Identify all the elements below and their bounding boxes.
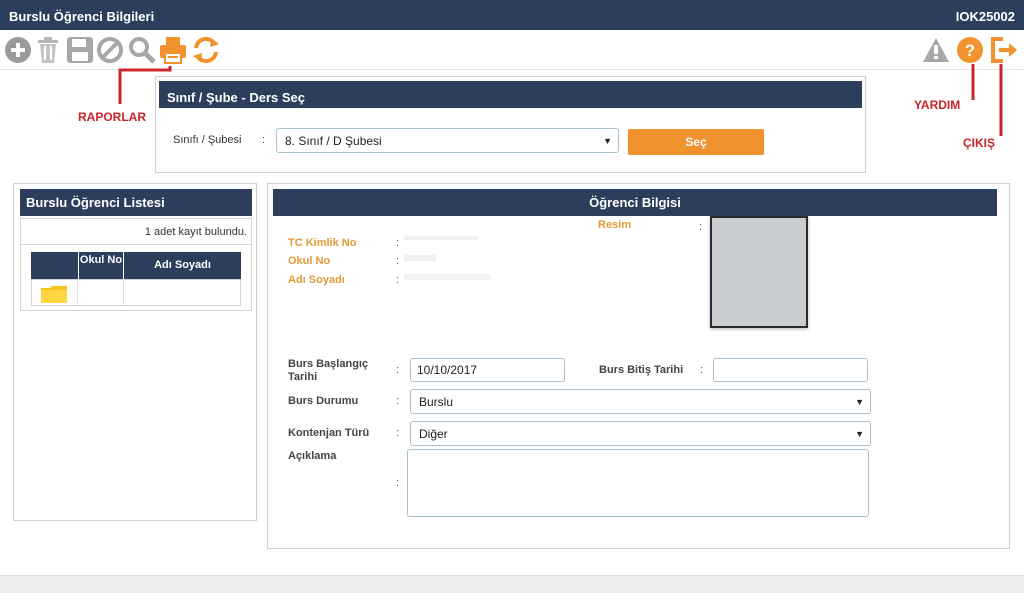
print-icon[interactable] (159, 36, 187, 64)
divider (21, 244, 251, 245)
delete-icon[interactable] (34, 36, 62, 64)
student-photo (710, 216, 808, 328)
warning-icon[interactable] (922, 36, 950, 64)
yardim-annotation: YARDIM (914, 98, 961, 112)
okul-no-label: Okul No (288, 255, 331, 267)
column-header-ad-soyadi: Adı Soyadı (124, 252, 241, 279)
class-colon: : (262, 134, 266, 146)
cell-divider (123, 280, 124, 305)
class-select-value: 8. Sınıf / D Şubesi (285, 134, 382, 148)
start-date-colon: : (396, 364, 400, 376)
raporlar-annotation: RAPORLAR (78, 110, 146, 124)
select-button[interactable]: Seç (628, 129, 764, 155)
student-list-header: Burslu Öğrenci Listesi (20, 189, 252, 216)
class-select-panel: Sınıf / Şube - Ders Seç Sınıfı / Şubesi … (155, 76, 866, 173)
student-list-box: 1 adet kayıt bulundu. Okul No Adı Soyadı (20, 218, 252, 311)
tc-colon: : (396, 237, 400, 249)
status-label: Burs Durumu (288, 395, 359, 407)
student-info-panel: Öğrenci Bilgisi TC Kimlik No : Okul No :… (267, 183, 1010, 549)
tc-value-redacted (404, 236, 478, 240)
folder-icon[interactable] (40, 284, 68, 304)
status-select[interactable]: Burslu ▼ (410, 389, 871, 414)
quota-select[interactable]: Diğer ▼ (410, 421, 871, 446)
refresh-icon[interactable] (192, 36, 220, 64)
end-date-colon: : (700, 364, 704, 376)
chevron-down-icon: ▼ (855, 397, 864, 407)
status-select-value: Burslu (419, 395, 454, 409)
record-count: 1 adet kayıt bulundu. (144, 226, 247, 238)
exit-icon[interactable] (990, 36, 1018, 64)
cell-divider (77, 280, 78, 305)
photo-colon: : (699, 221, 703, 233)
tc-label: TC Kimlik No (288, 237, 357, 249)
column-header-okul-no: Okul No (79, 252, 123, 279)
note-textarea[interactable] (407, 449, 869, 517)
add-icon[interactable] (4, 36, 32, 64)
ad-soyadi-colon: : (396, 274, 400, 286)
ad-soyadi-label: Adı Soyadı (288, 274, 345, 286)
quota-label: Kontenjan Türü (288, 427, 370, 439)
help-icon[interactable]: ? (956, 36, 984, 64)
status-colon: : (396, 395, 400, 407)
class-select[interactable]: 8. Sınıf / D Şubesi ▼ (276, 128, 619, 153)
cikis-annotation: ÇIKIŞ (963, 136, 996, 150)
column-header-icon (31, 252, 78, 279)
chevron-down-icon: ▼ (603, 136, 612, 146)
start-date-input[interactable]: 10/10/2017 (410, 358, 565, 382)
class-select-header: Sınıf / Şube - Ders Seç (159, 81, 862, 108)
okul-no-value-redacted (404, 255, 436, 261)
student-list-panel: Burslu Öğrenci Listesi 1 adet kayıt bulu… (13, 183, 257, 521)
window-title: Burslu Öğrenci Bilgileri (9, 9, 155, 24)
title-bar: Burslu Öğrenci Bilgileri IOK25002 (0, 0, 1024, 30)
okul-no-colon: : (396, 255, 400, 267)
photo-label: Resim (598, 219, 632, 231)
student-info-header: Öğrenci Bilgisi (273, 189, 997, 216)
screen-code: IOK25002 (955, 9, 1015, 24)
end-date-label: Burs Bitiş Tarihi (599, 364, 684, 376)
save-icon[interactable] (66, 36, 94, 64)
class-label: Sınıfı / Şubesi (173, 134, 242, 146)
svg-text:?: ? (965, 41, 975, 60)
quota-select-value: Diğer (419, 427, 448, 441)
note-colon: : (396, 477, 400, 489)
quota-colon: : (396, 427, 400, 439)
chevron-down-icon: ▼ (855, 429, 864, 439)
note-label: Açıklama (288, 450, 337, 462)
table-row[interactable] (31, 279, 241, 306)
search-icon[interactable] (128, 36, 156, 64)
ad-soyadi-value-redacted (404, 274, 490, 280)
end-date-input[interactable] (713, 358, 868, 382)
start-date-label: Burs Başlangıç Tarihi (288, 358, 369, 383)
toolbar: ? (0, 30, 1024, 70)
cancel-icon[interactable] (96, 36, 124, 64)
bottom-bar (0, 575, 1024, 593)
